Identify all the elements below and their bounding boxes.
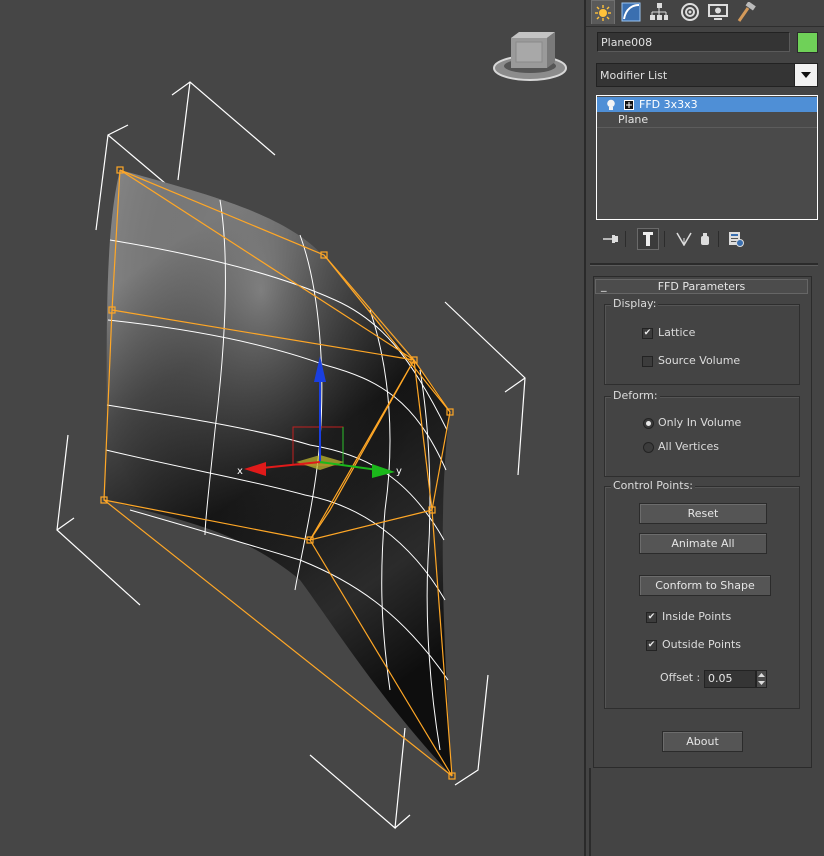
stack-toolbar: [596, 228, 818, 250]
offset-label: Offset :: [660, 671, 701, 684]
conform-to-shape-button[interactable]: Conform to Shape: [639, 575, 771, 596]
stack-item-label: FFD 3x3x3: [639, 98, 698, 111]
pin-stack-button[interactable]: [600, 228, 622, 250]
display-group: Display:: [604, 297, 800, 385]
outside-points-label: Outside Points: [662, 638, 742, 651]
command-panel-tabs: [586, 0, 824, 26]
animate-all-button[interactable]: Animate All: [639, 533, 767, 554]
remove-modifier-icon: [701, 233, 709, 245]
all-vertices-radio[interactable]: [643, 442, 654, 453]
hierarchy-tab[interactable]: [647, 0, 671, 24]
modifier-list-label: Modifier List: [600, 69, 668, 82]
toolbar-divider: [664, 231, 665, 247]
configure-modifier-sets-button[interactable]: [725, 228, 747, 250]
modifier-list-dropdown[interactable]: Modifier List: [596, 63, 818, 87]
modify-tab[interactable]: [619, 0, 643, 24]
stack-item-ffd[interactable]: FFD 3x3x3: [597, 97, 817, 112]
tabs-underline: [586, 26, 824, 27]
show-end-result-icon: [643, 232, 653, 246]
stack-item-label: Plane: [618, 113, 649, 126]
deform-group: Deform:: [604, 389, 800, 477]
display-group-title: Display:: [611, 297, 659, 310]
panel-separator: [590, 263, 818, 266]
pin-stack-icon: [603, 235, 618, 243]
stack-item-plane[interactable]: Plane: [597, 112, 817, 128]
about-button[interactable]: About: [662, 731, 743, 752]
toolbar-divider: [625, 231, 626, 247]
checkmark-icon: ✔: [643, 328, 652, 338]
all-vertices-label: All Vertices: [658, 440, 720, 453]
remove-modifier-button[interactable]: [694, 228, 716, 250]
toolbar-divider: [718, 231, 719, 247]
modifier-list-arrow[interactable]: [794, 64, 817, 86]
ffd-parameters-rollout-header[interactable]: _ FFD Parameters: [595, 279, 808, 294]
outside-points-checkbox[interactable]: ✔: [646, 640, 657, 651]
panel-left-edge: [589, 768, 591, 856]
expand-plus-icon[interactable]: [624, 100, 634, 110]
show-end-result-button[interactable]: [637, 228, 659, 250]
create-tab[interactable]: [591, 0, 615, 24]
chevron-down-icon: [801, 72, 811, 78]
command-panel: Plane008 Modifier List FFD 3x3x3 Plane _…: [586, 0, 824, 856]
hierarchy-icon: [650, 3, 668, 20]
control-points-group-title: Control Points:: [611, 479, 696, 492]
only-in-volume-radio[interactable]: [643, 418, 654, 429]
offset-spinner[interactable]: [756, 670, 767, 688]
object-name-field[interactable]: Plane008: [597, 32, 790, 52]
offset-input[interactable]: 0.05: [704, 670, 756, 688]
hammer-icon: [737, 2, 756, 22]
gizmo-y-label: y: [396, 466, 402, 477]
deform-group-title: Deform:: [611, 389, 660, 402]
motion-tab[interactable]: [678, 0, 702, 24]
inside-points-checkbox[interactable]: ✔: [646, 612, 657, 623]
modify-curve-icon: [621, 2, 641, 22]
motion-icon: [681, 3, 699, 21]
rollout-title: FFD Parameters: [657, 280, 746, 293]
object-color-swatch[interactable]: [797, 32, 818, 53]
spinner-arrows-icon: [758, 673, 765, 685]
modifier-stack[interactable]: FFD 3x3x3 Plane: [596, 95, 818, 220]
make-unique-button[interactable]: [673, 228, 695, 250]
lattice-label: Lattice: [658, 326, 696, 339]
perspective-viewport[interactable]: x y: [0, 0, 584, 856]
viewcube-icon[interactable]: [493, 32, 567, 81]
utilities-tab[interactable]: [735, 0, 759, 24]
lattice-checkbox[interactable]: ✔: [642, 328, 653, 339]
gizmo-x-label: x: [237, 466, 243, 477]
only-in-volume-label: Only In Volume: [658, 416, 742, 429]
display-monitor-icon: [708, 4, 728, 20]
checkmark-icon: ✔: [647, 612, 656, 622]
configure-modifier-sets-icon: [729, 232, 744, 247]
sun-icon: [595, 4, 611, 21]
collapse-minus-icon[interactable]: _: [601, 279, 607, 292]
make-unique-icon: [676, 232, 692, 246]
source-volume-label: Source Volume: [658, 354, 741, 367]
source-volume-checkbox[interactable]: [642, 356, 653, 367]
checkmark-icon: ✔: [647, 640, 656, 650]
reset-button[interactable]: Reset: [639, 503, 767, 524]
viewport-scene[interactable]: x y: [0, 0, 584, 856]
lightbulb-icon[interactable]: [606, 99, 616, 111]
display-tab[interactable]: [706, 0, 730, 24]
inside-points-label: Inside Points: [662, 610, 732, 623]
